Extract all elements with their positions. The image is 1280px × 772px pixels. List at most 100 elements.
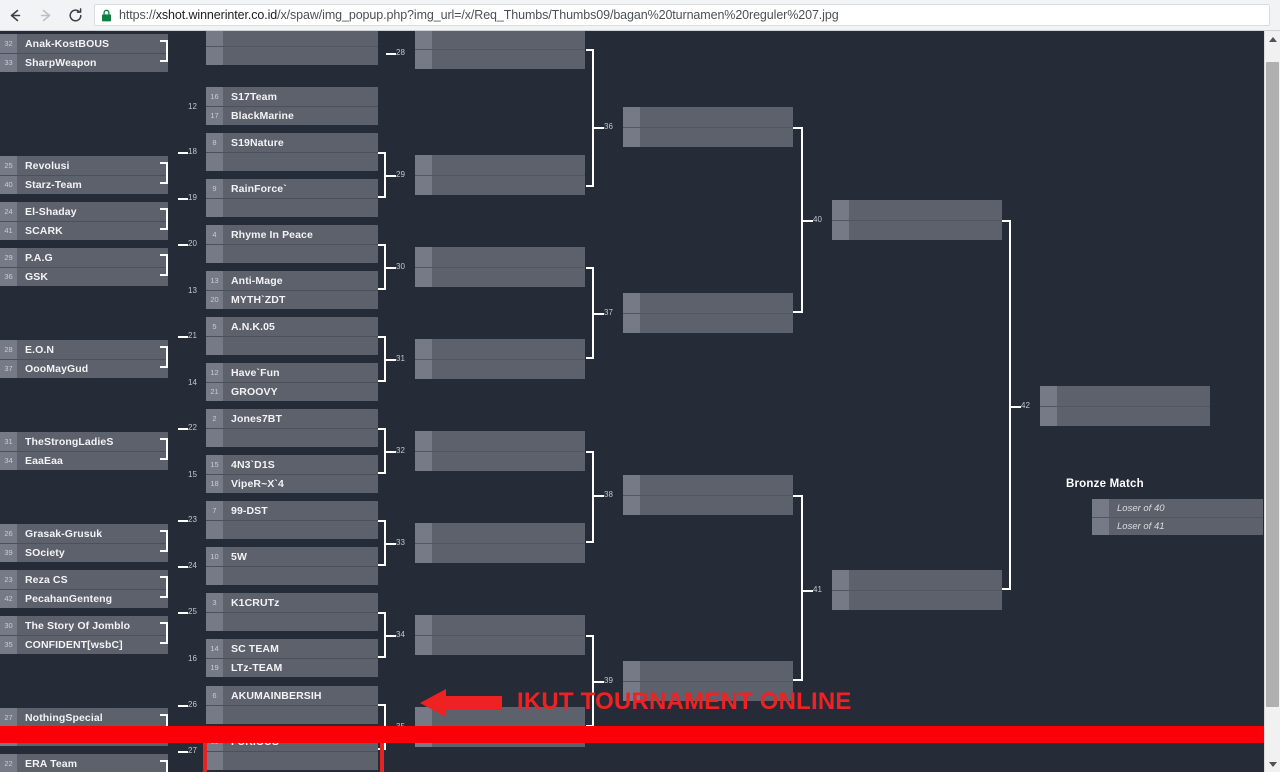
- bracket-slot[interactable]: [623, 313, 793, 333]
- bracket-slot[interactable]: [206, 428, 378, 447]
- bracket-slot[interactable]: [206, 46, 378, 65]
- bracket-slot[interactable]: [206, 566, 378, 585]
- bracket-slot[interactable]: [415, 635, 585, 655]
- bracket-match-box[interactable]: [206, 31, 378, 65]
- scrollbar-thumb[interactable]: [1266, 62, 1279, 707]
- bracket-final-box[interactable]: [1040, 386, 1210, 426]
- bracket-slot[interactable]: 3 K1CRUTz: [206, 593, 378, 612]
- bracket-slot[interactable]: 26 Grasak-Grusuk: [0, 524, 168, 543]
- bracket-match-box[interactable]: [415, 339, 585, 379]
- bracket-slot[interactable]: 28 E.O.N: [0, 340, 168, 359]
- bracket-slot[interactable]: [415, 543, 585, 563]
- bracket-match-box[interactable]: [415, 155, 585, 195]
- bracket-slot[interactable]: [206, 336, 378, 355]
- bracket-slot[interactable]: 42 PecahanGenteng: [0, 589, 168, 608]
- bracket-slot[interactable]: 8 S19Nature: [206, 133, 378, 152]
- bracket-slot[interactable]: 36 GSK: [0, 267, 168, 286]
- bracket-slot[interactable]: 35 CONFIDENT[wsbC]: [0, 635, 168, 654]
- bracket-slot[interactable]: [832, 570, 1002, 590]
- bracket-slot[interactable]: 39 SOciety: [0, 543, 168, 562]
- scroll-down-arrow-icon[interactable]: [1265, 756, 1280, 772]
- bracket-match-box[interactable]: [415, 615, 585, 655]
- bracket-slot[interactable]: [1040, 386, 1210, 406]
- forward-button[interactable]: [30, 0, 60, 30]
- bracket-slot[interactable]: [832, 590, 1002, 610]
- reload-button[interactable]: [60, 0, 90, 30]
- bracket-slot[interactable]: 19 LTz-TEAM: [206, 658, 378, 677]
- vertical-scrollbar[interactable]: [1264, 31, 1280, 772]
- bracket-slot[interactable]: [415, 359, 585, 379]
- bracket-slot[interactable]: [623, 107, 793, 127]
- bracket-match-box[interactable]: [832, 570, 1002, 610]
- bracket-slot[interactable]: 32 Anak-KostBOUS: [0, 34, 168, 53]
- bracket-slot[interactable]: 22 ERA Team: [0, 754, 168, 772]
- bracket-slot[interactable]: [415, 451, 585, 471]
- bracket-slot[interactable]: 30 The Story Of Jomblo: [0, 616, 168, 635]
- bracket-slot[interactable]: 34 EaaEaa: [0, 451, 168, 470]
- bracket-slot[interactable]: 29 P.A.G: [0, 248, 168, 267]
- bracket-slot[interactable]: [206, 612, 378, 631]
- bracket-slot[interactable]: [415, 615, 585, 635]
- bracket-slot[interactable]: 7 99-DST: [206, 501, 378, 520]
- bracket-slot[interactable]: 10 5W: [206, 547, 378, 566]
- bronze-match-box[interactable]: Loser of 40 Loser of 41: [1092, 499, 1263, 535]
- bracket-slot[interactable]: [415, 155, 585, 175]
- bracket-slot[interactable]: [415, 267, 585, 287]
- bracket-slot[interactable]: 14 SC TEAM: [206, 639, 378, 658]
- bracket-slot[interactable]: [623, 495, 793, 515]
- bracket-slot[interactable]: [415, 175, 585, 195]
- bracket-slot[interactable]: 4 Rhyme In Peace: [206, 225, 378, 244]
- bracket-slot[interactable]: 9 RainForce`: [206, 179, 378, 198]
- address-bar[interactable]: https://xshot.winnerinter.co.id/x/spaw/i…: [94, 4, 1270, 26]
- bracket-slot[interactable]: 33 SharpWeapon: [0, 53, 168, 72]
- bracket-slot[interactable]: [832, 200, 1002, 220]
- bracket-slot[interactable]: 18 VipeR~X`4: [206, 474, 378, 493]
- bracket-slot[interactable]: [415, 523, 585, 543]
- bracket-match-box[interactable]: [623, 475, 793, 515]
- bracket-slot[interactable]: [206, 751, 378, 770]
- bracket-match-box[interactable]: [415, 523, 585, 563]
- bracket-match-box[interactable]: [623, 107, 793, 147]
- bracket-slot[interactable]: 40 Starz-Team: [0, 175, 168, 194]
- bracket-slot[interactable]: 15 4N3`D1S: [206, 455, 378, 474]
- bronze-slot-b[interactable]: Loser of 41: [1092, 517, 1263, 535]
- scroll-up-arrow-icon[interactable]: [1265, 31, 1280, 47]
- bracket-match-box[interactable]: [415, 247, 585, 287]
- bracket-slot[interactable]: 17 BlackMarine: [206, 106, 378, 125]
- bracket-slot[interactable]: [415, 49, 585, 69]
- bracket-slot[interactable]: 25 Revolusi: [0, 156, 168, 175]
- bracket-slot[interactable]: 21 GROOVY: [206, 382, 378, 401]
- bracket-slot[interactable]: [206, 198, 378, 217]
- bracket-slot[interactable]: [206, 31, 378, 46]
- bracket-slot[interactable]: [415, 339, 585, 359]
- bracket-slot[interactable]: 16 S17Team: [206, 87, 378, 106]
- bracket-slot[interactable]: 12 Have`Fun: [206, 363, 378, 382]
- bracket-match-box[interactable]: [415, 31, 585, 69]
- bracket-slot[interactable]: 24 El-Shaday: [0, 202, 168, 221]
- bracket-match-box[interactable]: [832, 200, 1002, 240]
- bracket-slot[interactable]: [623, 127, 793, 147]
- bracket-slot[interactable]: [206, 520, 378, 539]
- back-button[interactable]: [0, 0, 30, 30]
- bracket-match-box[interactable]: [623, 293, 793, 333]
- bracket-slot[interactable]: [415, 31, 585, 49]
- bracket-slot[interactable]: [206, 244, 378, 263]
- bracket-slot[interactable]: 2 Jones7BT: [206, 409, 378, 428]
- bracket-slot[interactable]: [415, 431, 585, 451]
- bracket-slot[interactable]: 23 Reza CS: [0, 570, 168, 589]
- bracket-slot[interactable]: [623, 293, 793, 313]
- bracket-slot[interactable]: [1040, 406, 1210, 426]
- bracket-slot[interactable]: 13 Anti-Mage: [206, 271, 378, 290]
- bracket-slot[interactable]: 31 TheStrongLadieS: [0, 432, 168, 451]
- bracket-slot[interactable]: [206, 152, 378, 171]
- bronze-slot-a[interactable]: Loser of 40: [1092, 499, 1263, 517]
- bracket-match-box[interactable]: [415, 431, 585, 471]
- bracket-slot[interactable]: 37 OooMayGud: [0, 359, 168, 378]
- bracket-slot[interactable]: [415, 247, 585, 267]
- bracket-slot[interactable]: [623, 475, 793, 495]
- bracket-slot[interactable]: 20 MYTH`ZDT: [206, 290, 378, 309]
- bracket-slot[interactable]: 5 A.N.K.05: [206, 317, 378, 336]
- bracket-slot[interactable]: [623, 661, 793, 681]
- bracket-slot[interactable]: 41 SCARK: [0, 221, 168, 240]
- bracket-slot[interactable]: [832, 220, 1002, 240]
